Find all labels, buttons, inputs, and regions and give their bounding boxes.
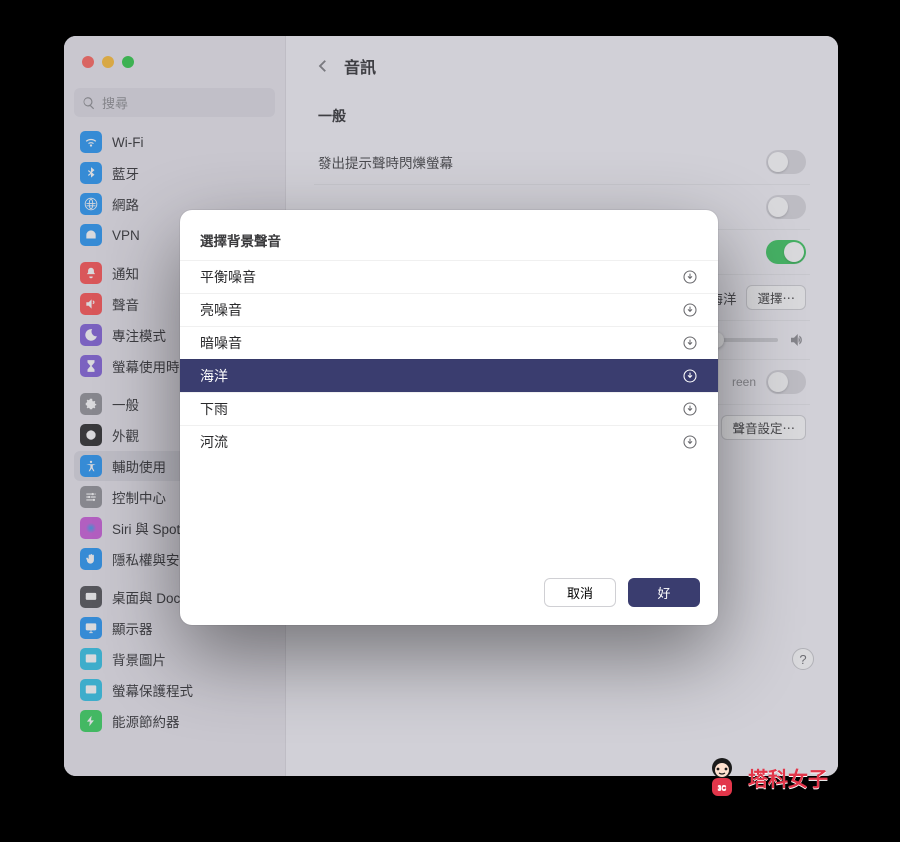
avatar-icon: 3C [702, 754, 742, 800]
sound-option-label: 亮噪音 [200, 300, 242, 320]
sound-option[interactable]: 海洋 [180, 359, 718, 392]
download-icon [682, 434, 698, 450]
sound-option[interactable]: 暗噪音 [180, 326, 718, 359]
download-icon [682, 335, 698, 351]
sound-option[interactable]: 亮噪音 [180, 293, 718, 326]
modal-title: 選擇背景聲音 [180, 226, 718, 260]
sound-option[interactable]: 下雨 [180, 392, 718, 425]
watermark-text: 塔科女子 [748, 763, 828, 792]
download-icon [682, 302, 698, 318]
sound-option[interactable]: 河流 [180, 425, 718, 458]
svg-text:3C: 3C [718, 785, 727, 792]
ok-button[interactable]: 好 [628, 578, 700, 607]
sound-option-label: 海洋 [200, 366, 228, 386]
download-icon [682, 401, 698, 417]
sound-option-label: 下雨 [200, 399, 228, 419]
sound-option-label: 河流 [200, 432, 228, 452]
sound-option-label: 平衡噪音 [200, 267, 256, 287]
watermark: 3C 塔科女子 [702, 754, 828, 800]
download-icon [682, 269, 698, 285]
download-icon [682, 368, 698, 384]
cancel-button[interactable]: 取消 [544, 578, 616, 607]
sound-option-label: 暗噪音 [200, 333, 242, 353]
select-sound-modal: 選擇背景聲音 平衡噪音亮噪音暗噪音海洋下雨河流 取消 好 [180, 210, 718, 625]
sound-option[interactable]: 平衡噪音 [180, 260, 718, 293]
